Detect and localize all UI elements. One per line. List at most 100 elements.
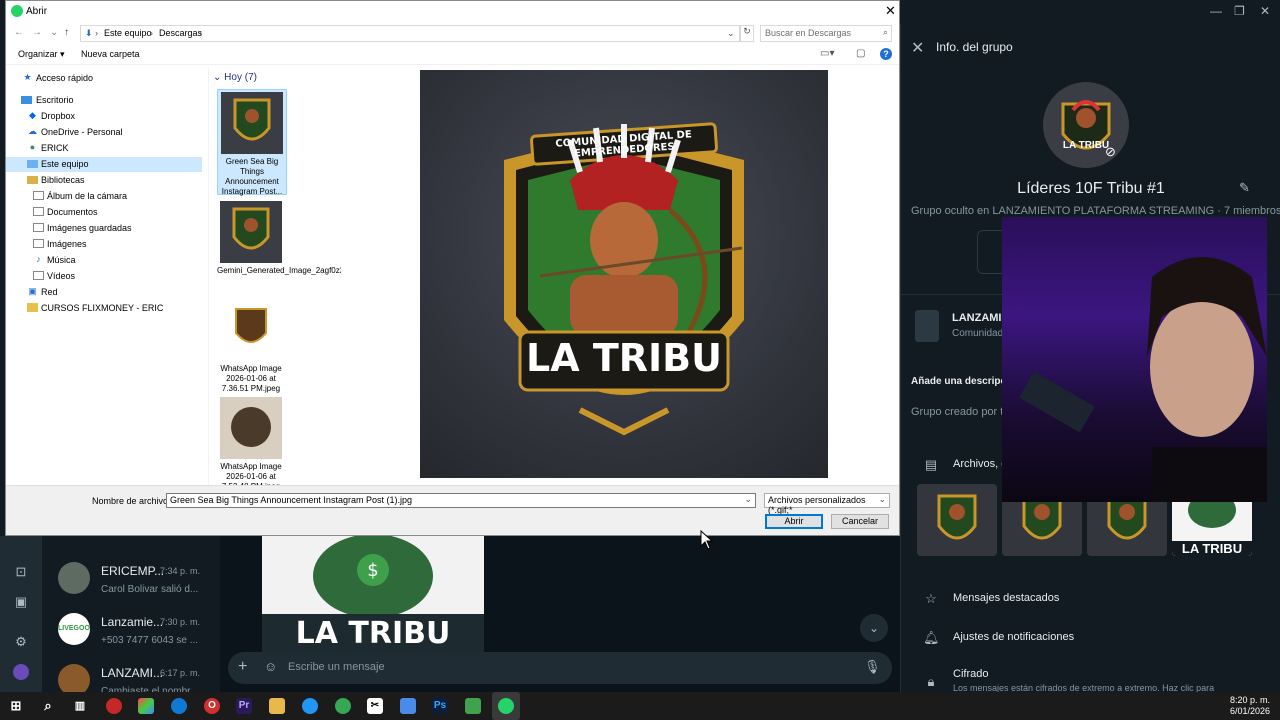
nav-item-network[interactable]: ▣ Red [6,285,202,300]
maximize-icon[interactable]: ❐ [1234,4,1245,18]
nav-item-pictures[interactable]: Imágenes [6,237,202,252]
view-options-icon[interactable]: ▭▾ [820,48,834,59]
notification-settings-row[interactable]: 🔔︎ Ajustes de notificaciones [901,625,1280,657]
nav-item-dropbox[interactable]: ◆ Dropbox [6,109,202,124]
avatar-caption: LA TRIBU [1062,140,1110,151]
nav-item-libraries[interactable]: Bibliotecas [6,173,202,188]
images-icon [33,239,44,248]
media-thumbnail[interactable] [917,484,997,556]
file-type-select[interactable]: Archivos personalizados (*.gif;* ⌄ [764,493,890,515]
app-icon-red[interactable] [106,698,122,714]
profile-avatar[interactable] [13,664,29,680]
starred-messages-row[interactable]: ☆ Mensajes destacados [901,586,1280,618]
lock-icon: 🔒︎ [927,674,935,689]
group-header-label: Hoy (7) [224,72,257,83]
nav-item-quick-access[interactable]: ★ Acceso rápido [6,71,202,86]
help-icon[interactable]: ? [880,48,892,60]
nav-item-videos[interactable]: Vídeos [6,269,202,284]
start-windows-icon[interactable]: ⊞ [8,698,24,714]
premiere-icon[interactable]: Pr [236,698,252,714]
star-icon: ★ [23,72,32,82]
search-icon[interactable]: ⌕ [40,698,56,714]
file-name: WhatsApp Image 2026-01-06 at 7.53.48 PM.… [220,462,282,485]
media-icon[interactable]: ▣ [13,594,29,610]
nav-label: Este equipo [41,159,89,169]
whatsapp-icon[interactable] [498,698,514,714]
nav-item-camera-roll[interactable]: Álbum de la cámara [6,189,202,204]
attach-plus-icon[interactable]: + [238,658,247,676]
nav-item-erick[interactable]: ● ERICK [6,141,202,156]
app-icon-multicolor[interactable] [138,698,154,714]
breadcrumb-item[interactable]: Este equipo [104,28,152,38]
chat-list-item[interactable]: LIVEGOOD Lanzamie... 7:30 p. m. +503 747… [42,609,220,659]
chrome-icon[interactable] [335,698,351,714]
edge-icon[interactable] [171,698,187,714]
filename-input[interactable]: Green Sea Big Things Announcement Instag… [166,493,756,508]
nav-item-onedrive[interactable]: ☁ OneDrive - Personal [6,125,202,140]
app-icon-mail[interactable] [400,698,416,714]
forward-arrow-icon[interactable]: → [32,27,42,38]
settings-icon[interactable]: ⚙ [13,634,29,650]
image-message[interactable]: $ LA TRIBU [262,536,484,652]
file-item[interactable]: Green Sea Big Things Announcement Instag… [217,89,287,196]
file-explorer-icon[interactable] [269,698,285,714]
nav-item-music[interactable]: ♪ Música [6,253,202,268]
minimize-icon[interactable]: — [1210,4,1222,18]
open-button[interactable]: Abrir [765,514,823,529]
file-item[interactable]: WhatsApp Image 2026-01-06 at 7.53.48 PM.… [217,395,287,485]
file-item[interactable]: Gemini_Generated_Image_2agf0z2agf0z2agf.… [217,199,341,295]
emoji-icon[interactable]: ☺ [264,659,277,674]
preview-pane-icon[interactable]: ▢ [856,48,865,59]
chevron-down-icon[interactable]: ⌄ [744,494,752,505]
chat-preview: Carol Bolivar salió d... [101,584,199,595]
microphone-icon[interactable]: 🎙 [864,659,881,675]
file-item[interactable]: WhatsApp Image 2026-01-06 at 7.36.51 PM.… [217,297,287,393]
breadcrumb[interactable]: ⬇ › Este equipo › Descargas › ⌄ [80,25,740,42]
encryption-label: Cifrado [953,668,989,680]
clock-date: 6/01/2026 [1229,706,1270,716]
chevron-down-icon[interactable]: ⌄ [50,27,58,38]
search-input[interactable]: Buscar en Descargas ⌕ [760,25,892,42]
system-clock[interactable]: 8:20 p. m. 6/01/2026 [1230,695,1270,717]
chevron-down-icon[interactable]: ⌄ [727,28,735,39]
close-window-icon[interactable]: ✕ [1260,4,1270,18]
status-icon[interactable]: ⊡ [13,564,29,580]
network-icon: ▣ [28,286,37,296]
close-icon[interactable]: ✕ [911,38,924,58]
message-composer[interactable]: + ☺ Escribe un mensaje 🎙 [228,652,892,684]
message-input[interactable]: Escribe un mensaje [288,661,385,673]
edit-pencil-icon[interactable]: ✎ [1239,180,1250,196]
nav-item-cursos-folder[interactable]: CURSOS FLIXMONEY - ERIC [6,301,202,316]
app-icon-green[interactable] [465,698,481,714]
group-avatar[interactable]: LA TRIBU ⊘ [1043,82,1129,168]
cancel-button[interactable]: Cancelar [831,514,889,529]
opera-icon[interactable]: O [204,698,220,714]
task-view-icon[interactable]: ▥ [72,698,88,714]
avatar [58,562,90,594]
nav-label: Acceso rápido [36,73,94,83]
chat-list-item[interactable]: ERICEMP... 7:34 p. m. Carol Bolivar sali… [42,558,220,608]
organize-button[interactable]: Organizar ▾ [18,49,65,60]
new-folder-button[interactable]: Nueva carpeta [81,49,140,59]
dropbox-icon: ◆ [29,110,36,120]
nav-item-desktop[interactable]: Escritorio [6,93,202,108]
library-icon [27,176,38,184]
chevron-down-icon[interactable]: ⌄ [878,494,886,505]
photoshop-icon[interactable]: Ps [432,698,448,714]
nav-item-saved-pictures[interactable]: Imágenes guardadas [6,221,202,236]
breadcrumb-item[interactable]: Descargas [159,28,202,38]
group-header[interactable]: ⌄ Hoy (7) [213,72,257,83]
scroll-down-button[interactable]: ⌄ [860,614,888,642]
app-icon-blue[interactable] [302,698,318,714]
community-name: LANZAMIE [952,312,1009,324]
filename-label: Nombre de archivo: [92,496,171,506]
up-arrow-icon[interactable]: ↑ [64,27,69,38]
refresh-button[interactable]: ↻ [740,25,754,42]
nav-item-this-pc[interactable]: Este equipo [6,157,202,172]
nav-label: CURSOS FLIXMONEY - ERIC [41,303,164,313]
capcut-icon[interactable]: ✂ [367,698,383,714]
nav-item-documents[interactable]: Documentos [6,205,202,220]
back-arrow-icon[interactable]: ← [14,27,24,38]
close-icon[interactable]: ✕ [885,3,896,19]
avatar: LIVEGOOD [58,613,90,645]
